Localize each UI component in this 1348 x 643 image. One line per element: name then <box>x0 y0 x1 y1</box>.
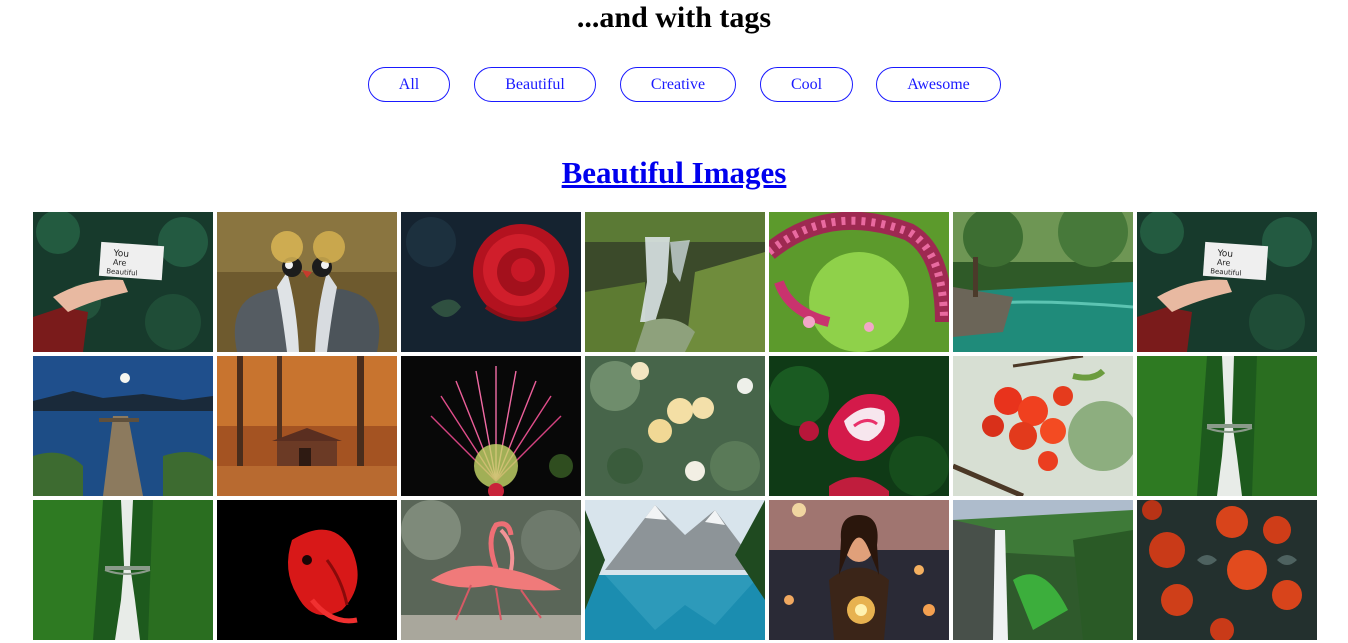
gallery-image-lake-pier-moon[interactable] <box>33 356 213 496</box>
gallery-image-forest-waterfall[interactable] <box>1137 356 1317 496</box>
card-text-line2: Are <box>113 258 127 268</box>
crowned-cranes-image <box>217 212 397 352</box>
tag-cool[interactable]: Cool <box>760 67 853 102</box>
gallery-image-red-rose-dark[interactable] <box>401 212 581 352</box>
white-roses-image <box>585 356 765 496</box>
forest-waterfall-image <box>33 500 213 640</box>
forest-river-image <box>953 212 1133 352</box>
red-rose-dark-image <box>401 212 581 352</box>
gallery-image-girl-with-lights[interactable] <box>769 500 949 640</box>
page-heading: ...and with tags <box>576 1 772 34</box>
pink-blossoms-image <box>769 212 949 352</box>
gallery-image-valley-waterfall[interactable] <box>953 500 1133 640</box>
girl-with-lights-image <box>769 500 949 640</box>
tag-creative[interactable]: Creative <box>620 67 736 102</box>
gallery-image-waterfall-moss[interactable] <box>585 212 765 352</box>
gallery-image-note-in-hand-2[interactable]: You Are Beautiful <box>1137 212 1317 352</box>
gallery-image-red-betta-fish[interactable] <box>217 500 397 640</box>
gallery-image-red-roses-cluster[interactable] <box>1137 500 1317 640</box>
gallery-image-autumn-cabin[interactable] <box>217 356 397 496</box>
waterfall-moss-image <box>585 212 765 352</box>
tag-all[interactable]: All <box>368 67 450 102</box>
red-roses-cluster-image <box>1137 500 1317 640</box>
valley-waterfall-image <box>953 500 1133 640</box>
card-text-line2: Are <box>1217 258 1231 268</box>
pink-flamingos-image <box>401 500 581 640</box>
section-title: Beautiful Images <box>0 154 1348 192</box>
note-in-hand-image: You Are Beautiful <box>33 212 213 352</box>
gallery-image-forest-river[interactable] <box>953 212 1133 352</box>
tag-beautiful[interactable]: Beautiful <box>474 67 596 102</box>
gallery-image-pink-flamingos[interactable] <box>401 500 581 640</box>
note-in-hand-image: You Are Beautiful <box>1137 212 1317 352</box>
gallery-image-mountain-lake[interactable] <box>585 500 765 640</box>
gallery-image-pink-rose[interactable] <box>769 356 949 496</box>
section-title-link[interactable]: Beautiful Images <box>562 155 787 190</box>
gallery-image-pink-blossoms[interactable] <box>769 212 949 352</box>
gallery-image-red-flame-flowers[interactable] <box>953 356 1133 496</box>
gallery-image-note-in-hand[interactable]: You Are Beautiful <box>33 212 213 352</box>
red-flame-flowers-image <box>953 356 1133 496</box>
gallery-image-forest-waterfall-2[interactable] <box>33 500 213 640</box>
pink-rose-image <box>769 356 949 496</box>
gallery-image-crowned-cranes[interactable] <box>217 212 397 352</box>
forest-waterfall-image <box>1137 356 1317 496</box>
autumn-cabin-image <box>217 356 397 496</box>
gallery-image-pink-puff-flower[interactable] <box>401 356 581 496</box>
mountain-lake-image <box>585 500 765 640</box>
lake-pier-moon-image <box>33 356 213 496</box>
tag-filter-bar: All Beautiful Creative Cool Awesome <box>0 67 1348 102</box>
tag-awesome[interactable]: Awesome <box>876 67 1001 102</box>
red-betta-fish-image <box>217 500 397 640</box>
gallery-image-white-roses[interactable] <box>585 356 765 496</box>
pink-puff-flower-image <box>401 356 581 496</box>
